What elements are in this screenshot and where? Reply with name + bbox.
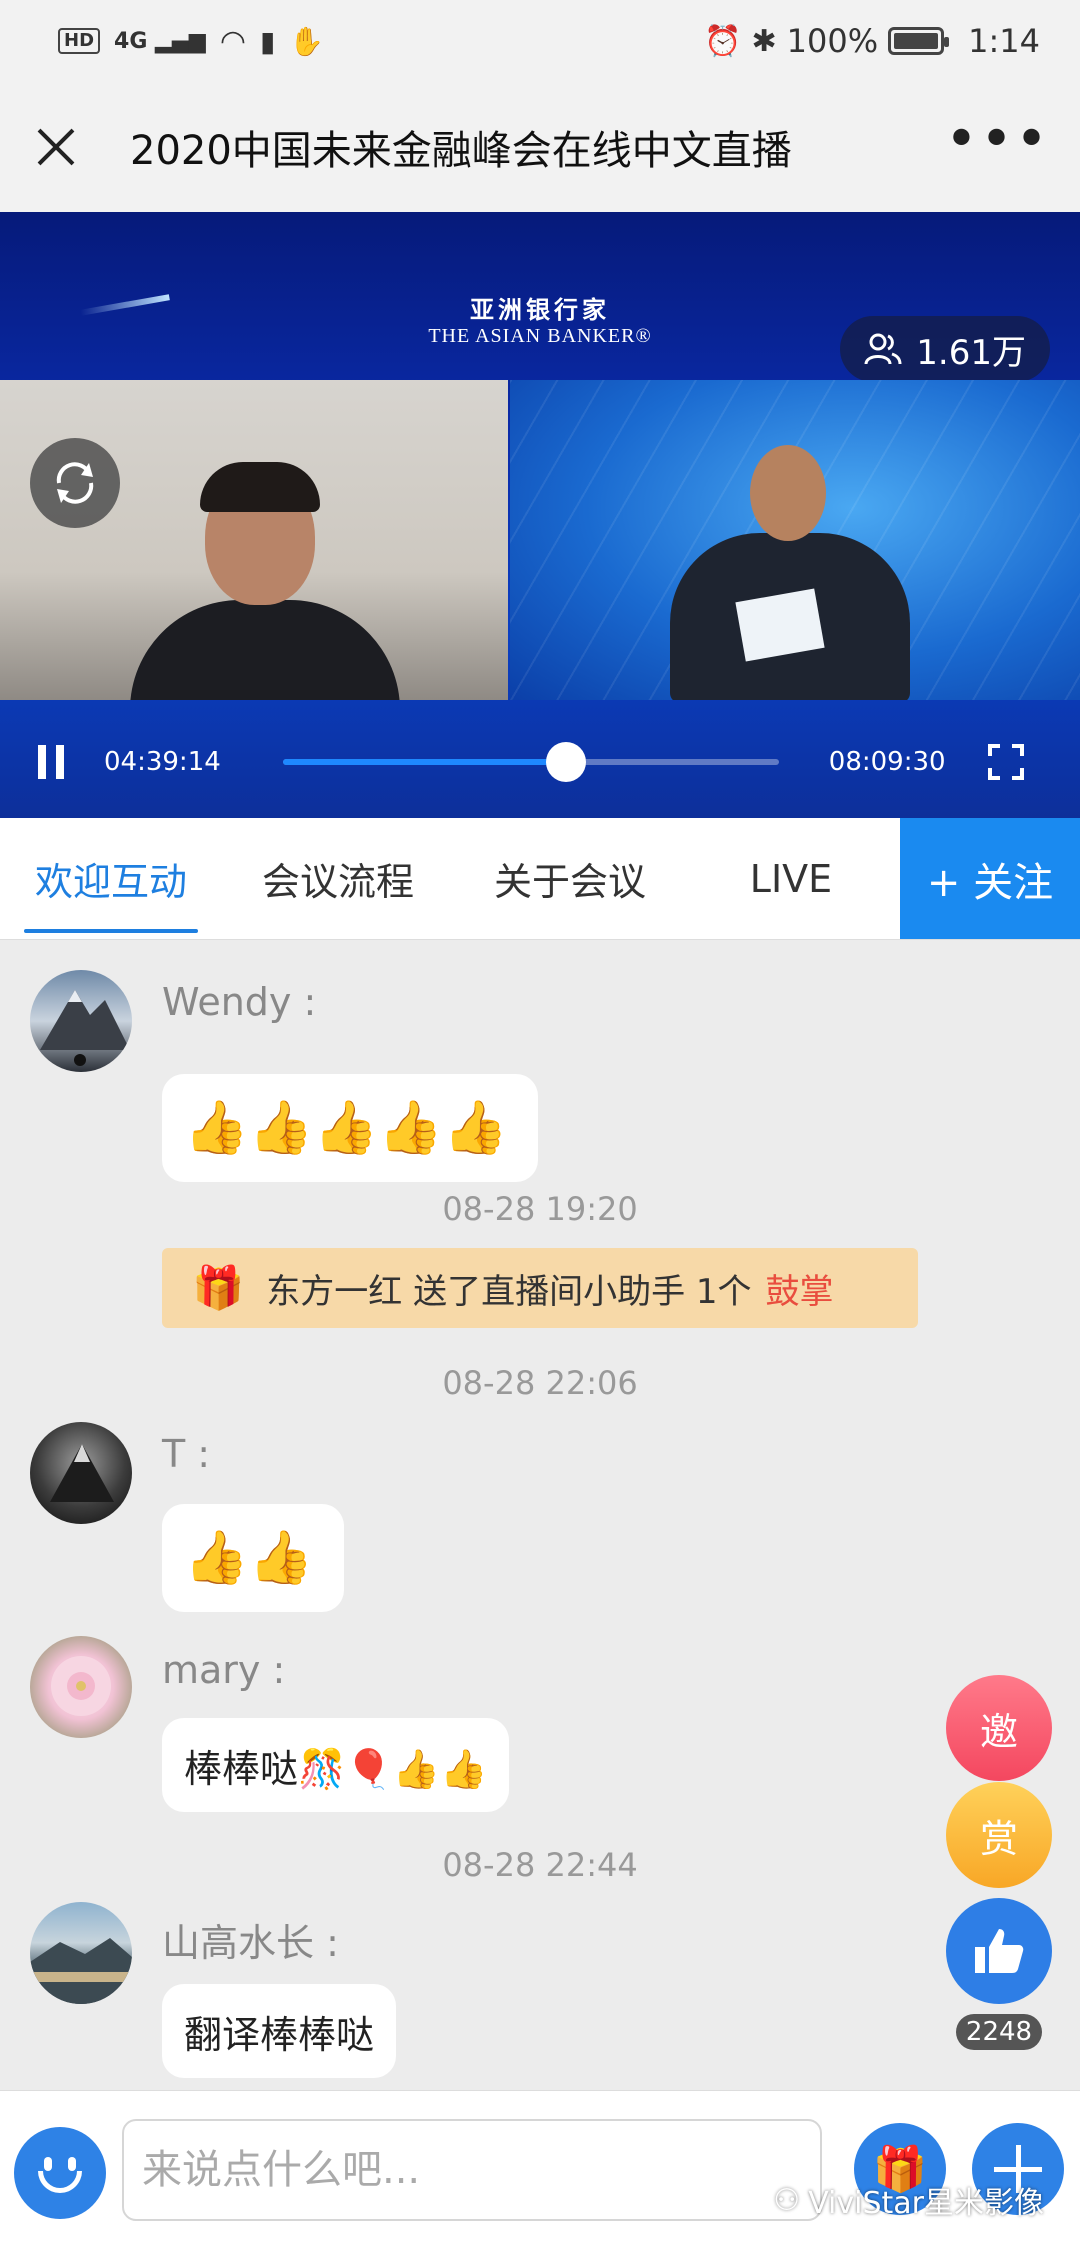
- wifi-icon: ◠: [219, 23, 246, 59]
- invite-label: 邀: [979, 1709, 1018, 1754]
- gift-icon: 🎁: [192, 1263, 245, 1312]
- fullscreen-icon[interactable]: [986, 742, 1026, 782]
- page-title: 2020中国未来金融峰会在线中文直播: [130, 128, 792, 174]
- timestamp: 08-28 19:20: [442, 1190, 638, 1228]
- speaker-right: [670, 445, 910, 700]
- gift-text: 东方一红 送了直播间小助手 1个: [266, 1271, 752, 1312]
- status-bar: HD 4G ▂▄▆ ◠ ▮ ✋ ⏰ ✱ 100% 1:14: [0, 0, 1080, 82]
- battery-percent: 100%: [786, 22, 879, 60]
- message-bubble: 👍👍: [162, 1504, 344, 1612]
- avatar[interactable]: [30, 1422, 132, 1524]
- timestamp: 08-28 22:44: [442, 1846, 638, 1884]
- message-text: 👍👍👍👍👍: [184, 1098, 508, 1158]
- chat-input[interactable]: [122, 2119, 822, 2221]
- hd-badge: HD: [58, 28, 101, 54]
- bluetooth-icon: ✱: [751, 23, 777, 59]
- wechat-icon: ⚇: [773, 2182, 801, 2218]
- message-bubble: 翻译棒棒哒: [162, 1984, 397, 2078]
- like-button[interactable]: [946, 1898, 1052, 2004]
- duration: 08:09:30: [828, 747, 946, 777]
- invite-button[interactable]: 邀: [946, 1675, 1052, 1781]
- hand-icon: ✋: [289, 24, 325, 58]
- username: 山高水长 :: [162, 1921, 339, 1965]
- gift-notification: 🎁 东方一红 送了直播间小助手 1个 鼓掌: [162, 1248, 918, 1328]
- watermark-text: ViviStar星米影像: [808, 2186, 1044, 2221]
- progress-thumb[interactable]: [545, 742, 586, 782]
- emoji-icon[interactable]: [14, 2127, 106, 2219]
- progress-bar[interactable]: [282, 742, 779, 782]
- avatar[interactable]: [30, 1902, 132, 2004]
- timestamp: 08-28 22:06: [442, 1364, 638, 1402]
- battery-saver-icon: ▮: [260, 24, 276, 58]
- thumbs-up-icon: [975, 1929, 1024, 1973]
- tab-agenda[interactable]: 会议流程: [222, 818, 454, 939]
- video-feed-right: [510, 380, 1080, 700]
- username: mary :: [162, 1648, 286, 1692]
- message-bubble: 👍👍👍👍👍: [162, 1074, 538, 1182]
- people-icon: [864, 333, 902, 365]
- follow-button[interactable]: + 关注: [900, 818, 1080, 939]
- username: Wendy :: [162, 980, 317, 1024]
- watermark: ⚇ ViviStar星米影像: [773, 2178, 1044, 2222]
- viewer-count-badge: 1.61万: [840, 316, 1050, 382]
- clock: 1:14: [968, 22, 1040, 60]
- like-count: 2248: [956, 2014, 1042, 2050]
- gift-item: 鼓掌: [765, 1271, 834, 1312]
- player-controls: 04:39:14 08:09:30: [0, 707, 1080, 817]
- tab-about[interactable]: 关于会议: [454, 818, 686, 939]
- reward-label: 赏: [979, 1816, 1018, 1861]
- close-icon[interactable]: [30, 121, 82, 173]
- message-text: 棒棒哒🎊🎈👍👍: [184, 1746, 488, 1791]
- video-player[interactable]: 亚洲银行家 THE ASIAN BANKER® 1.61万 04:39:14 0…: [0, 212, 1080, 818]
- username: T :: [162, 1432, 211, 1476]
- chat-feed[interactable]: Wendy : 👍👍👍👍👍 08-28 19:20 🎁 东方一红 送了直播间小助…: [0, 940, 1080, 2090]
- rotate-screen-icon[interactable]: [30, 438, 120, 528]
- signal-icon: 4G ▂▄▆: [114, 28, 206, 54]
- current-time: 04:39:14: [104, 747, 221, 777]
- tab-bar: 欢迎互动 会议流程 关于会议 LIVE + 关注: [0, 818, 1080, 940]
- message-bubble: 棒棒哒🎊🎈👍👍: [162, 1718, 510, 1812]
- video-feed-left: [0, 380, 508, 700]
- progress-played: [282, 759, 566, 765]
- message-text: 翻译棒棒哒: [184, 2012, 375, 2057]
- more-options-icon[interactable]: •••: [945, 112, 1050, 169]
- reward-button[interactable]: 赏: [946, 1782, 1052, 1888]
- avatar[interactable]: [30, 1636, 132, 1738]
- tab-live[interactable]: LIVE: [686, 818, 896, 939]
- viewer-count: 1.61万: [916, 332, 1026, 373]
- network-type: 4G: [114, 28, 148, 54]
- battery-icon: [888, 27, 950, 55]
- avatar[interactable]: [30, 970, 132, 1072]
- tab-welcome-interaction[interactable]: 欢迎互动: [0, 818, 222, 939]
- speaker-left: [130, 462, 400, 700]
- pause-button[interactable]: [38, 745, 64, 779]
- alarm-icon: ⏰: [704, 23, 742, 59]
- message-text: 👍👍: [184, 1528, 314, 1588]
- title-bar: 2020中国未来金融峰会在线中文直播 •••: [0, 82, 1080, 212]
